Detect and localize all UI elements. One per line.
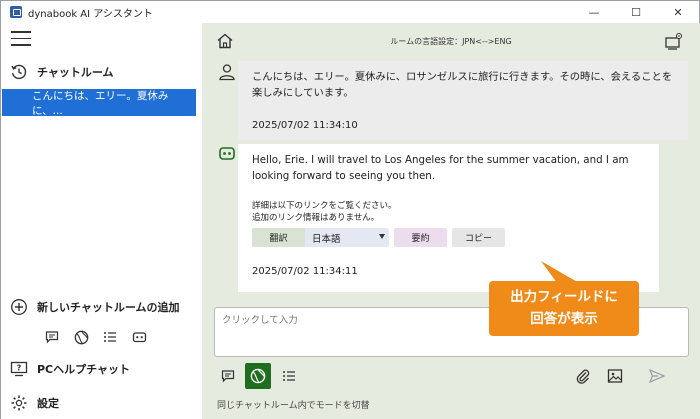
chevron-down-icon	[379, 234, 385, 239]
robot-icon[interactable]	[131, 329, 147, 345]
mode-switch-hint: 同じチャットルーム内でモードを切替	[217, 401, 370, 411]
settings-label: 設定	[37, 397, 59, 410]
chat-main: ルームの言語設定：JPN<-->ENG こんにちは、エリー。夏休みに、ロサンゼル…	[202, 23, 700, 419]
chat-history-item[interactable]: こんにちは、エリー。夏休みに、...	[2, 89, 196, 117]
gear-icon	[10, 394, 28, 412]
sidebar: チャットルーム こんにちは、エリー。夏休みに、... 新しいチャットルームの追加	[1, 23, 202, 419]
chat-history-item-label: こんにちは、エリー。夏休みに、...	[32, 89, 169, 117]
assistant-note-line1: 詳細は以下のリンクをご覧ください。	[252, 201, 397, 211]
list-mode-icon[interactable]	[276, 363, 302, 389]
attach-icon[interactable]	[570, 363, 596, 389]
new-chatroom-button[interactable]: 新しいチャットルームの追加	[1, 294, 202, 320]
globe-icon[interactable]	[73, 329, 89, 345]
language-select[interactable]: 日本語	[305, 228, 389, 247]
window-controls: — ☐ ✕	[573, 1, 699, 23]
assistant-message: Hello, Erie. I will travel to Los Angele…	[238, 144, 659, 292]
chat-bubble-icon[interactable]	[44, 329, 60, 345]
sidebar-item-label: チャットルーム	[37, 66, 114, 79]
user-message: こんにちは、エリー。夏休みに、ロサンゼルスに旅行に行きます。その時に、会えること…	[238, 61, 688, 140]
copy-button[interactable]: コピー	[452, 228, 505, 247]
assistant-message-timestamp: 2025/07/02 11:34:11	[252, 266, 358, 277]
message-actions: 翻訳 日本語 要約 コピー	[252, 228, 505, 247]
translate-button[interactable]: 翻訳	[252, 228, 305, 247]
mode-icon-row	[44, 329, 147, 345]
send-icon[interactable]	[644, 363, 670, 389]
sidebar-item-settings[interactable]: 設定	[1, 390, 202, 416]
pc-help-icon: ?	[10, 360, 28, 378]
user-message-text: こんにちは、エリー。夏休みに、ロサンゼルスに旅行に行きます。その時に、会えること…	[252, 71, 673, 99]
translation-mode-globe-icon[interactable]	[245, 363, 271, 389]
sidebar-item-chatroom-history[interactable]: チャットルーム	[1, 59, 202, 85]
sidebar-item-pc-help[interactable]: ? PCヘルプチャット	[1, 356, 202, 382]
user-message-timestamp: 2025/07/02 11:34:10	[252, 120, 358, 131]
add-circle-icon	[10, 298, 28, 316]
room-language-setting: ルームの言語設定：JPN<-->ENG	[390, 37, 512, 46]
svg-text:?: ?	[17, 364, 22, 373]
chat-mode-icon[interactable]	[215, 363, 241, 389]
callout-line1: 出力フィールドに	[510, 289, 618, 305]
callout-line2: 回答が表示	[530, 311, 598, 327]
history-icon	[10, 63, 28, 81]
list-icon[interactable]	[102, 329, 118, 345]
language-select-value: 日本語	[312, 233, 341, 245]
minimize-button[interactable]: —	[573, 1, 615, 23]
title-bar: dynabook AI アシスタント — ☐ ✕	[1, 1, 699, 23]
chat-header: ルームの言語設定：JPN<-->ENG	[202, 23, 700, 59]
maximize-button[interactable]: ☐	[615, 1, 657, 23]
assistant-avatar-icon	[218, 145, 236, 163]
user-avatar-icon	[218, 63, 236, 81]
pc-help-label: PCヘルプチャット	[37, 363, 131, 376]
app-logo-icon	[10, 6, 22, 18]
menu-icon[interactable]	[11, 31, 31, 47]
assistant-note-line2: 追加のリンク情報はありません。	[252, 213, 380, 223]
close-button[interactable]: ✕	[657, 1, 699, 23]
room-settings-icon[interactable]	[664, 31, 684, 51]
app-window: dynabook AI アシスタント — ☐ ✕ チャットルーム こんにちは、エ…	[0, 0, 700, 419]
image-icon[interactable]	[602, 363, 628, 389]
new-chatroom-label: 新しいチャットルームの追加	[37, 301, 180, 314]
assistant-message-text: Hello, Erie. I will travel to Los Angele…	[252, 154, 629, 182]
input-toolbar	[202, 362, 700, 390]
summary-button[interactable]: 要約	[394, 228, 447, 247]
window-title: dynabook AI アシスタント	[28, 8, 153, 20]
output-field-callout: 出力フィールドに 回答が表示	[489, 281, 639, 336]
